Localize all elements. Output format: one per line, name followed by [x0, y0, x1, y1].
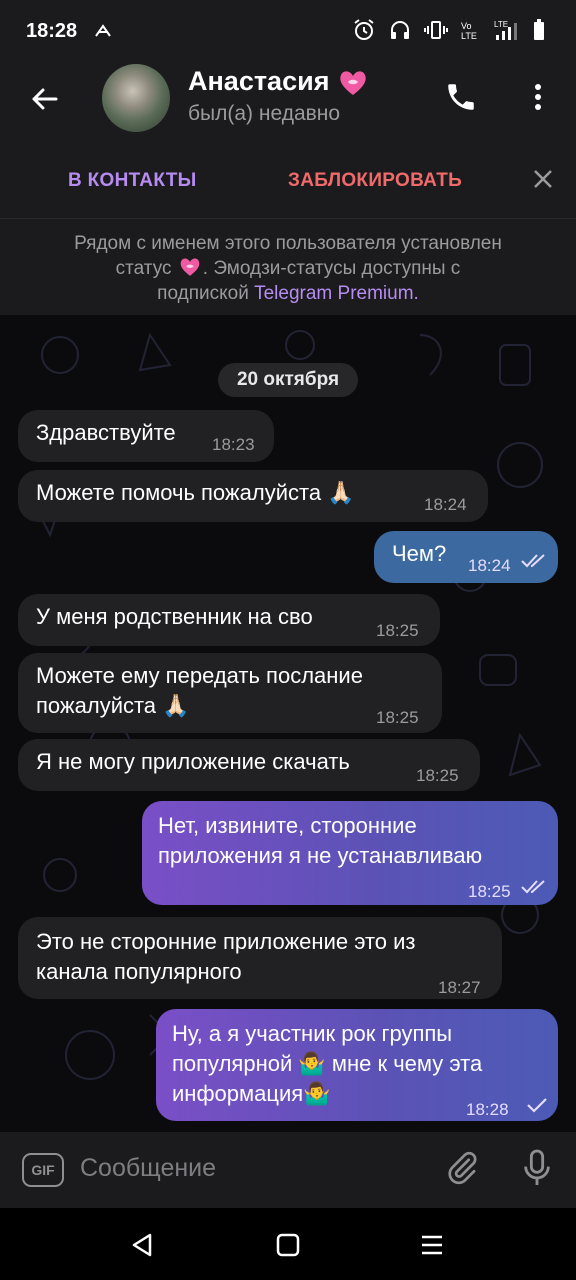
heart-emoji-icon — [340, 71, 367, 95]
message-text-line-2: приложения я не устанавливаю — [158, 843, 483, 868]
battery-icon — [534, 19, 544, 40]
back-arrow-icon[interactable] — [28, 82, 62, 116]
close-icon[interactable] — [532, 168, 554, 190]
contact-action-bar: В КОНТАКТЫ ЗАБЛОКИРОВАТЬ — [0, 142, 576, 219]
message-text-line-1: Можете ему передать послание — [36, 663, 363, 688]
phone-icon[interactable] — [444, 80, 478, 114]
double-check-icon — [521, 880, 545, 894]
message-time: 18:25 — [468, 882, 511, 901]
notification-icon — [95, 24, 111, 37]
message-time: 18:25 — [376, 708, 419, 727]
more-vert-icon[interactable] — [530, 80, 546, 114]
contact-name: Анастасия — [188, 66, 330, 96]
message-time: 18:24 — [424, 495, 467, 514]
double-check-icon — [521, 554, 545, 568]
avatar[interactable] — [102, 64, 170, 132]
chat-area[interactable]: 20 октября Здравствуйте 18:23 Можете пом… — [0, 315, 576, 1132]
add-contact-button[interactable]: В КОНТАКТЫ — [68, 170, 197, 192]
single-check-icon — [527, 1098, 547, 1113]
message-time: 18:23 — [212, 435, 255, 454]
system-nav-bar — [0, 1208, 576, 1280]
message-outgoing[interactable]: Чем? 18:24 — [374, 531, 558, 583]
message-time: 18:25 — [416, 766, 459, 785]
message-incoming[interactable]: У меня родственник на сво 18:25 — [18, 594, 440, 646]
message-time: 18:27 — [438, 978, 481, 997]
gif-icon[interactable]: GIF — [22, 1153, 64, 1187]
message-text: Здравствуйте — [36, 420, 176, 445]
message-input[interactable]: Сообщение — [80, 1154, 216, 1183]
message-outgoing[interactable]: Нет, извините, сторонние приложения я не… — [142, 801, 558, 905]
nav-recents-icon[interactable] — [420, 1234, 444, 1256]
message-time: 18:24 — [468, 556, 511, 575]
attach-icon[interactable] — [444, 1150, 480, 1186]
message-time: 18:25 — [376, 621, 419, 640]
message-composer: GIF Сообщение — [0, 1132, 576, 1208]
message-incoming[interactable]: Я не могу приложение скачать 18:25 — [18, 739, 480, 791]
date-separator: 20 октября — [218, 363, 358, 397]
signal-icon: LTE — [494, 20, 517, 40]
message-incoming[interactable]: Это не сторонние приложение это из канал… — [18, 917, 502, 999]
message-text-line-2: канала популярного — [36, 959, 242, 984]
alarm-icon — [354, 19, 374, 40]
message-incoming[interactable]: Можете помочь пожалуйста 🙏🏻 18:24 — [18, 470, 488, 522]
message-time: 18:28 — [466, 1100, 509, 1119]
status-time: 18:28 — [26, 20, 78, 42]
message-text: Чем? — [392, 541, 447, 566]
premium-link-period: . — [413, 283, 419, 304]
message-text-line-1: Нет, извините, сторонние — [158, 813, 417, 838]
message-incoming[interactable]: Можете ему передать послание пожалуйста … — [18, 653, 442, 733]
block-button[interactable]: ЗАБЛОКИРОВАТЬ — [288, 170, 462, 192]
message-text: Я не могу приложение скачать — [36, 749, 350, 774]
status-icons: Vo LTE LTE — [352, 18, 546, 42]
svg-text:LTE: LTE — [494, 20, 508, 29]
volte-icon: VoLTE — [461, 21, 477, 41]
message-text: Можете помочь пожалуйста 🙏🏻 — [36, 480, 355, 505]
nav-home-icon[interactable] — [276, 1233, 300, 1257]
message-text-line-1: Это не сторонние приложение это из — [36, 929, 416, 954]
message-incoming[interactable]: Здравствуйте 18:23 — [18, 410, 274, 462]
status-bar: 18:28 Vo LTE LTE — [0, 0, 576, 62]
message-text: У меня родственник на сво — [36, 604, 313, 629]
info-line-1: Рядом с именем этого пользователя устано… — [74, 233, 502, 254]
message-text-line-3: информация🤷‍♂️ — [172, 1081, 331, 1106]
info-line-2-suffix: . Эмодзи-статусы доступны с — [202, 258, 461, 279]
svg-text:LTE: LTE — [461, 31, 477, 41]
heart-emoji-icon — [180, 258, 200, 276]
nav-back-icon[interactable] — [130, 1232, 154, 1258]
mic-icon[interactable] — [520, 1148, 554, 1188]
emoji-status-info: Рядом с именем этого пользователя устано… — [0, 219, 576, 315]
headphones-icon — [391, 21, 409, 39]
message-text-line-2: популярной 🤷‍♂️ мне к чему эта — [172, 1051, 483, 1076]
vibrate-icon — [424, 21, 448, 39]
info-line-2-prefix: статус — [115, 258, 172, 279]
message-outgoing[interactable]: Ну, а я участник рок группы популярной 🤷… — [156, 1009, 558, 1121]
premium-link[interactable]: Telegram Premium — [254, 283, 413, 304]
svg-text:Vo: Vo — [461, 21, 472, 31]
contact-status: был(а) недавно — [188, 102, 341, 125]
contact-name-row[interactable]: Анастасия — [188, 66, 369, 98]
chat-header: Анастасия был(а) недавно — [0, 62, 576, 142]
message-text-line-1: Ну, а я участник рок группы — [172, 1021, 453, 1046]
info-line-3-prefix: подпиской — [157, 283, 249, 304]
message-text-line-2: пожалуйста 🙏🏻 — [36, 693, 190, 718]
info-text: Рядом с именем этого пользователя устано… — [40, 231, 536, 306]
